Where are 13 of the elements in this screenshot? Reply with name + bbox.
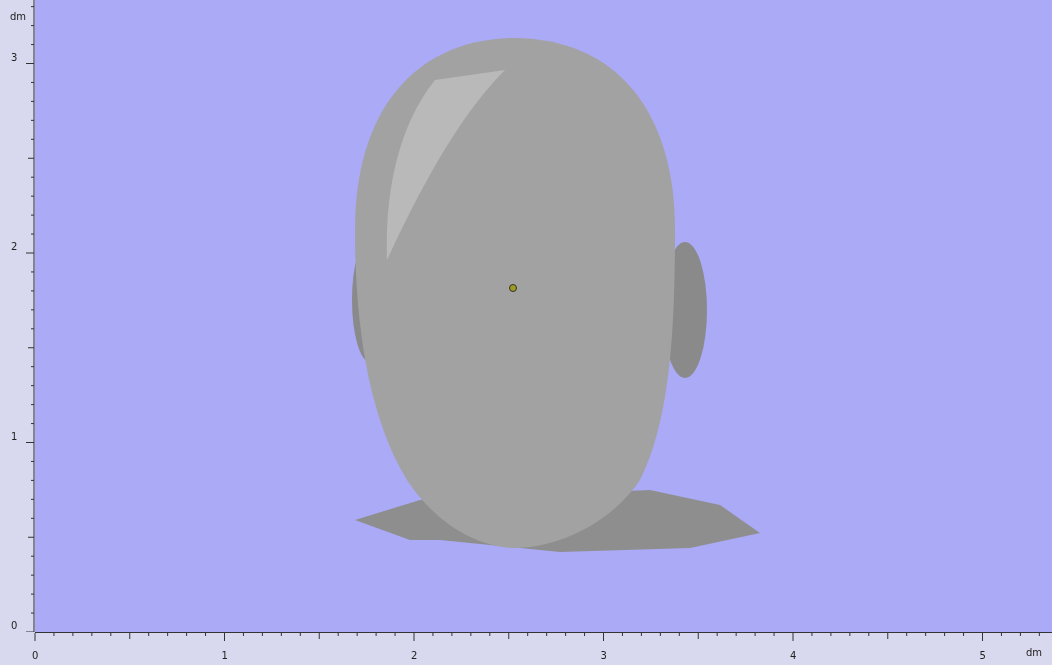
ruler-label: 2: [11, 241, 18, 252]
ruler-label: 4: [790, 650, 797, 661]
ruler-label: 3: [600, 650, 607, 661]
ruler-label: 1: [11, 430, 18, 442]
ruler-label: 3: [11, 51, 18, 63]
marker-dot: [509, 284, 517, 292]
ruler-label: 0: [32, 650, 39, 661]
ruler-label: 1: [221, 650, 228, 661]
ruler-label: 2: [411, 650, 418, 661]
ruler-label: 5: [979, 650, 986, 661]
ruler-unit: dm: [1026, 647, 1043, 658]
ruler-label: 0: [11, 620, 18, 631]
ruler-unit: dm: [10, 11, 27, 22]
